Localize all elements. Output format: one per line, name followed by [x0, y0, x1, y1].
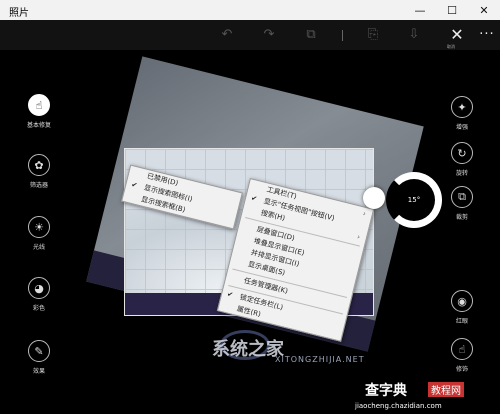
minimize-button[interactable]: —: [404, 0, 436, 20]
submenu-arrow-icon: ›: [356, 232, 361, 242]
submenu-arrow-icon: ›: [362, 209, 367, 218]
watermark-text: 系统之家: [212, 339, 284, 360]
watermark-subtext: XITONGZHIJIA.NET: [275, 355, 365, 364]
tool-label: 效果: [32, 368, 45, 375]
tool-red-eye[interactable]: ◉ 红眼: [437, 290, 487, 325]
crop-icon: ⧉: [451, 186, 473, 208]
brush-icon: ✎: [28, 340, 50, 362]
tool-label: 筛选器: [29, 182, 48, 189]
watermark-url: jiaocheng.chazidian.com: [355, 402, 442, 410]
touch-icon: ☝: [28, 94, 50, 116]
tool-label: 旋转: [455, 170, 468, 177]
edit-toolbar: ↶ ↷ ⧉ ⎘ ⇩ ✕ ···: [0, 20, 500, 50]
tool-retouch[interactable]: ☝ 修饰: [437, 338, 487, 373]
filter-icon: ✿: [28, 154, 50, 176]
rotation-dial[interactable]: 15°: [386, 172, 442, 228]
tool-label: 修饰: [455, 366, 468, 373]
sun-icon: ☀: [28, 216, 50, 238]
tool-label: 增强: [455, 124, 468, 131]
redo-icon[interactable]: ↷: [260, 26, 278, 44]
eye-icon: ◉: [451, 290, 473, 312]
tool-enhance[interactable]: ✦ 增强: [437, 96, 487, 131]
magic-wand-icon: ✦: [451, 96, 473, 118]
tool-label: 光线: [32, 244, 45, 251]
compare-icon[interactable]: ⧉: [302, 26, 320, 44]
watermark-text: 查字典: [365, 383, 407, 399]
tool-crop[interactable]: ⧉ 裁剪: [437, 186, 487, 221]
tool-rotate[interactable]: ↻ 旋转: [437, 142, 487, 177]
tool-label: 基本修复: [26, 122, 51, 129]
close-window-button[interactable]: ✕: [468, 0, 500, 20]
rotate-icon: ↻: [451, 142, 473, 164]
tool-effects[interactable]: ✎ 效果: [14, 340, 64, 375]
tool-filters[interactable]: ✿ 筛选器: [14, 154, 64, 189]
tool-light[interactable]: ☀ 光线: [14, 216, 64, 251]
touch-icon: ☝: [451, 338, 473, 360]
title-bar: 照片 — ☐ ✕: [0, 0, 500, 20]
cancel-close-icon[interactable]: ✕: [448, 26, 466, 44]
tool-label: 裁剪: [455, 214, 468, 221]
save-icon[interactable]: ⇩: [405, 26, 423, 44]
app-title: 照片: [9, 8, 29, 19]
tool-label: 彩色: [32, 305, 45, 312]
save-copy-icon[interactable]: ⎘: [364, 26, 382, 44]
rotation-handle[interactable]: [363, 187, 385, 209]
tool-color[interactable]: ◕ 彩色: [14, 277, 64, 312]
watermark-badge: 教程网: [428, 382, 464, 397]
palette-icon: ◕: [28, 277, 50, 299]
tool-label: 红眼: [455, 318, 468, 325]
rotation-angle: 15°: [407, 196, 421, 204]
toolbar-divider: [342, 30, 343, 41]
more-options-button[interactable]: ···: [478, 26, 496, 44]
maximize-button[interactable]: ☐: [436, 0, 468, 20]
tool-basic-fix[interactable]: ☝ 基本修复: [14, 94, 64, 129]
undo-icon[interactable]: ↶: [218, 26, 236, 44]
